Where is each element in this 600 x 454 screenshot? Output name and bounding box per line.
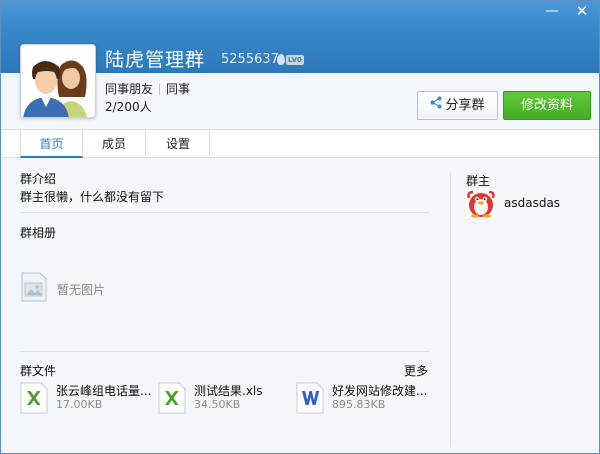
image-placeholder-icon <box>20 272 48 302</box>
tab-home[interactable]: 首页 <box>20 130 83 158</box>
minimize-button[interactable]: — <box>537 1 567 23</box>
group-tags: 同事朋友 同事 <box>105 80 190 97</box>
group-avatar[interactable] <box>20 44 96 118</box>
file-item[interactable]: 好发网站修改建... 895.83KB <box>296 382 431 416</box>
group-name: 陆虎管理群 <box>105 49 206 71</box>
divider <box>20 212 429 213</box>
intro-title: 群介绍 <box>20 172 57 186</box>
owner-title: 群主 <box>466 174 491 188</box>
penguin-avatar-icon[interactable] <box>466 188 496 218</box>
level-badge[interactable]: LV0 <box>277 53 305 66</box>
member-count: 2/200人 <box>105 100 152 114</box>
edit-profile-button[interactable]: 修改资料 <box>503 91 591 120</box>
album-title[interactable]: 群相册 <box>20 224 56 241</box>
home-content: 群介绍 群主很懒，什么都没有留下 群相册 暂无图片 群文件 更多 张云峰组电话量… <box>1 158 599 453</box>
divider <box>20 351 429 352</box>
excel-icon <box>20 382 48 414</box>
tab-bar: 首页 成员 设置 <box>1 129 599 158</box>
excel-icon <box>158 382 186 414</box>
close-button[interactable]: ✕ <box>567 1 597 23</box>
album-empty-text: 暂无图片 <box>57 283 106 297</box>
share-button[interactable]: 分享群 <box>417 91 498 120</box>
file-name: 张云峰组电话量... <box>56 384 152 398</box>
flame-icon <box>277 54 285 65</box>
tab-members[interactable]: 成员 <box>83 130 146 158</box>
file-item[interactable]: 张云峰组电话量... 17.00KB <box>20 382 152 416</box>
file-size: 895.83KB <box>332 398 386 411</box>
group-avatar-icon <box>21 45 95 117</box>
column-divider <box>450 172 451 447</box>
file-size: 17.00KB <box>56 398 103 411</box>
tag-item: 同事 <box>166 82 191 96</box>
tag-item: 同事朋友 <box>105 82 154 96</box>
intro-text: 群主很懒，什么都没有留下 <box>20 190 165 204</box>
tab-settings[interactable]: 设置 <box>147 130 210 158</box>
word-icon <box>296 382 324 414</box>
share-icon <box>430 92 442 119</box>
file-name: 好发网站修改建... <box>332 384 428 398</box>
file-item[interactable]: 测试结果.xls 34.50KB <box>158 382 288 416</box>
group-id: 5255637 <box>221 52 279 67</box>
tag-separator <box>159 84 161 95</box>
files-title[interactable]: 群文件 <box>20 362 56 379</box>
file-name: 测试结果.xls <box>194 384 263 398</box>
file-size: 34.50KB <box>194 398 241 411</box>
files-more-link[interactable]: 更多 <box>404 362 428 379</box>
owner-name[interactable]: asdasdas <box>504 196 560 210</box>
group-profile-window: — ✕ 陆虎管理群 5255637 LV0 同事朋友 同事 2/200人 分享群… <box>0 0 600 454</box>
